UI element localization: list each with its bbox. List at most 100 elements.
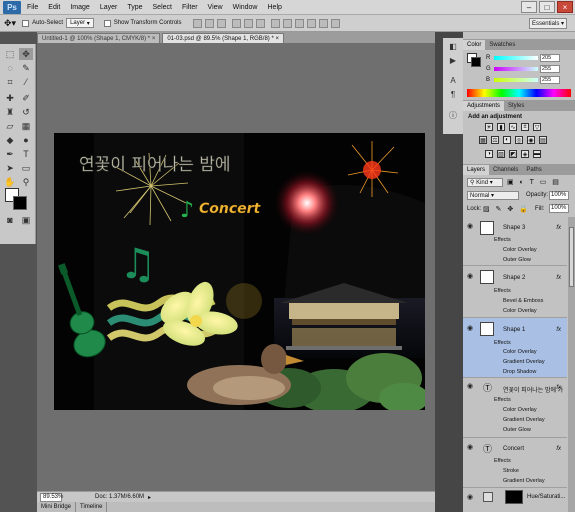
quick-mask-icon[interactable]: ◙: [3, 214, 17, 226]
actions-icon[interactable]: ▶: [446, 56, 460, 67]
layer-filter-icons[interactable]: ▣ ◐ T ▭ ▤: [507, 178, 561, 186]
fill-field[interactable]: 100%: [549, 204, 569, 213]
threshold-icon[interactable]: ◩: [509, 150, 517, 158]
healing-brush-tool-icon[interactable]: ✚: [3, 92, 17, 104]
menu-window[interactable]: Window: [233, 4, 258, 11]
eraser-tool-icon[interactable]: ▱: [3, 120, 17, 132]
align-top-icon[interactable]: [192, 18, 202, 28]
tab-channels[interactable]: Channels: [489, 165, 522, 175]
type-tool-icon[interactable]: T: [19, 148, 33, 160]
minimize-button[interactable]: –: [521, 1, 537, 13]
distribute-right-icon[interactable]: [330, 18, 340, 28]
menu-image[interactable]: Image: [70, 4, 89, 11]
zoom-tool-icon[interactable]: ⚲: [19, 176, 33, 188]
layer-row[interactable]: ◉ Ⓣ 연꽃이 피어나는 밤에 가 fx Effects Color Overl…: [463, 378, 567, 438]
distribute-left-icon[interactable]: [306, 18, 316, 28]
brightness-contrast-icon[interactable]: ☀: [485, 123, 493, 131]
hue-saturation-icon[interactable]: ▦: [479, 136, 487, 144]
eye-icon[interactable]: ◉: [467, 325, 474, 332]
lock-icons[interactable]: ▨ ✎ ✥ 🔒: [483, 205, 530, 213]
distribute-top-icon[interactable]: [270, 18, 280, 28]
tab-mini-bridge[interactable]: Mini Bridge: [37, 502, 77, 512]
levels-icon[interactable]: ▮: [497, 123, 505, 131]
status-arrow-icon[interactable]: ▸: [148, 494, 151, 501]
exposure-icon[interactable]: ±: [521, 123, 529, 131]
distribute-middle-icon[interactable]: [282, 18, 292, 28]
invert-icon[interactable]: ◑: [485, 150, 493, 158]
workspace-button[interactable]: Essentials ▾: [529, 18, 567, 29]
tab-timeline[interactable]: Timeline: [76, 502, 108, 512]
align-bottom-icon[interactable]: [216, 18, 226, 28]
brush-tool-icon[interactable]: ✐: [19, 92, 33, 104]
layer-row[interactable]: ◉ Shape 2 fx Effects Bevel & Emboss Colo…: [463, 266, 567, 318]
transform-checkbox[interactable]: [103, 19, 111, 27]
history-icon[interactable]: ◧: [446, 42, 460, 53]
g-value[interactable]: 255: [540, 65, 560, 73]
eyedropper-tool-icon[interactable]: ⁄: [19, 76, 33, 88]
tab-01-03-psd[interactable]: 01-03.psd @ 89.5% (Shape 1, RGB/8) * ×: [162, 33, 284, 43]
eye-icon[interactable]: ◉: [467, 444, 474, 451]
layer-filter-select[interactable]: ⚲ Kind ▾: [467, 178, 503, 187]
tab-color[interactable]: Color: [463, 40, 486, 50]
vibrance-icon[interactable]: ▽: [533, 123, 541, 131]
close-tab-icon[interactable]: ×: [275, 36, 279, 42]
move-tool-icon[interactable]: ✥: [19, 48, 33, 60]
marquee-tool-icon[interactable]: ⬚: [3, 48, 17, 60]
blur-tool-icon[interactable]: ◆: [3, 134, 17, 146]
path-select-tool-icon[interactable]: ➤: [3, 162, 17, 174]
auto-select-checkbox[interactable]: [22, 19, 30, 27]
eye-icon[interactable]: ◉: [467, 223, 474, 230]
background-color-swatch[interactable]: [13, 196, 27, 210]
menu-help[interactable]: Help: [268, 4, 282, 11]
gradient-tool-icon[interactable]: ▦: [19, 120, 33, 132]
history-brush-tool-icon[interactable]: ↺: [19, 106, 33, 118]
menu-layer[interactable]: Layer: [100, 4, 118, 11]
info-icon[interactable]: ⓘ: [446, 110, 460, 121]
layer-row-selected[interactable]: ◉ Shape 1 fx Effects Color Overlay Gradi…: [463, 318, 567, 378]
menu-select[interactable]: Select: [153, 4, 172, 11]
layer-row[interactable]: ◉ Hue/Saturati...: [463, 488, 567, 512]
lasso-tool-icon[interactable]: ◌: [3, 62, 17, 74]
gradient-map-icon[interactable]: ▬: [533, 150, 541, 158]
color-lookup-icon[interactable]: ▤: [539, 136, 547, 144]
screen-mode-icon[interactable]: ▣: [19, 214, 33, 226]
close-tab-icon[interactable]: ×: [152, 36, 156, 42]
maximize-button[interactable]: □: [539, 1, 555, 13]
eye-icon[interactable]: ◉: [467, 494, 474, 501]
scrollbar-thumb[interactable]: [569, 227, 574, 287]
dodge-tool-icon[interactable]: ●: [19, 134, 33, 146]
tab-layers[interactable]: Layers: [463, 165, 490, 175]
eye-icon[interactable]: ◉: [467, 383, 474, 390]
align-center-icon[interactable]: [243, 18, 253, 28]
zoom-field[interactable]: 89.53%: [40, 492, 63, 502]
eye-icon[interactable]: ◉: [467, 273, 474, 280]
blend-mode-select[interactable]: Normal ▾: [467, 191, 519, 200]
distribute-center-icon[interactable]: [318, 18, 328, 28]
black-white-icon[interactable]: ◐: [503, 136, 511, 144]
channel-mixer-icon[interactable]: ◉: [527, 136, 535, 144]
align-left-icon[interactable]: [231, 18, 241, 28]
layer-row[interactable]: ◉ Ⓣ Concert fx Effects Stroke Gradient O…: [463, 438, 567, 488]
crop-tool-icon[interactable]: ⌗: [3, 76, 17, 88]
r-value[interactable]: 205: [540, 54, 560, 62]
color-ramp[interactable]: [467, 89, 571, 97]
clone-stamp-tool-icon[interactable]: ♜: [3, 106, 17, 118]
g-slider[interactable]: [494, 67, 538, 71]
menu-file[interactable]: File: [27, 4, 38, 11]
tab-untitled-1[interactable]: Untitled-1 @ 100% (Shape 1, CMYK/8) * ×: [37, 33, 161, 43]
document-canvas[interactable]: 연꽃이 피어나는 밤에 ♪ Concert ♫: [54, 133, 425, 410]
color-balance-icon[interactable]: ⚖: [491, 136, 499, 144]
tab-styles[interactable]: Styles: [504, 101, 528, 111]
pen-tool-icon[interactable]: ✒: [3, 148, 17, 160]
tab-adjustments[interactable]: Adjustments: [463, 101, 505, 111]
posterize-icon[interactable]: ▧: [497, 150, 505, 158]
paragraph-icon[interactable]: ¶: [446, 90, 460, 101]
hand-tool-icon[interactable]: ✋: [3, 176, 17, 188]
opacity-field[interactable]: 100%: [549, 191, 569, 200]
tab-swatches[interactable]: Swatches: [485, 40, 519, 50]
selective-color-icon[interactable]: ◈: [521, 150, 529, 158]
menu-view[interactable]: View: [208, 4, 223, 11]
distribute-bottom-icon[interactable]: [294, 18, 304, 28]
photo-filter-icon[interactable]: ◎: [515, 136, 523, 144]
r-slider[interactable]: [494, 56, 538, 60]
